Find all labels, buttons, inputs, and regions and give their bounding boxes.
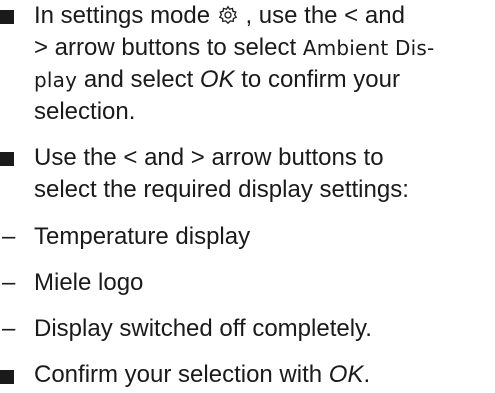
text-line: play and select OK to confirm your — [34, 64, 400, 97]
text-fragment: selection. — [34, 98, 136, 125]
gear-icon — [218, 5, 237, 25]
text-line: In settings mode , use the < and — [34, 0, 405, 33]
ok-label: OK — [199, 66, 235, 93]
display-text-ambient: Ambient Dis- — [302, 36, 435, 60]
text-fragment: and select — [83, 66, 194, 93]
text-line: > arrow buttons to select Ambient Dis- — [34, 32, 434, 65]
text-line: select the required display settings: — [34, 174, 409, 207]
text-fragment: In settings mode — [34, 2, 211, 29]
bullet-square-icon — [0, 370, 14, 384]
text-fragment: select the required display settings: — [34, 176, 409, 203]
ok-label: OK — [328, 361, 364, 388]
display-text-ambient: play — [34, 68, 78, 92]
bullet-square-icon — [0, 152, 14, 166]
dash-marker: – — [2, 269, 16, 296]
dash-marker: – — [2, 223, 16, 250]
option-text: Miele logo — [34, 269, 144, 296]
text-line: Confirm your selection with OK. — [34, 359, 370, 392]
text-line: selection. — [34, 96, 135, 129]
text-fragment: Use the < and > arrow buttons to — [34, 144, 384, 171]
text-fragment: > arrow buttons to select — [34, 34, 297, 61]
option-text: Temperature display — [34, 223, 251, 250]
option-text: Display switched off completely. — [34, 315, 372, 342]
text-fragment: . — [363, 361, 371, 388]
dash-marker: – — [2, 315, 16, 342]
text-line: Use the < and > arrow buttons to — [34, 142, 384, 175]
text-fragment: Confirm your selection with — [34, 361, 323, 388]
bullet-square-icon — [0, 10, 14, 24]
text-fragment: to confirm your — [241, 66, 400, 93]
text-fragment: , use the < and — [245, 2, 405, 29]
